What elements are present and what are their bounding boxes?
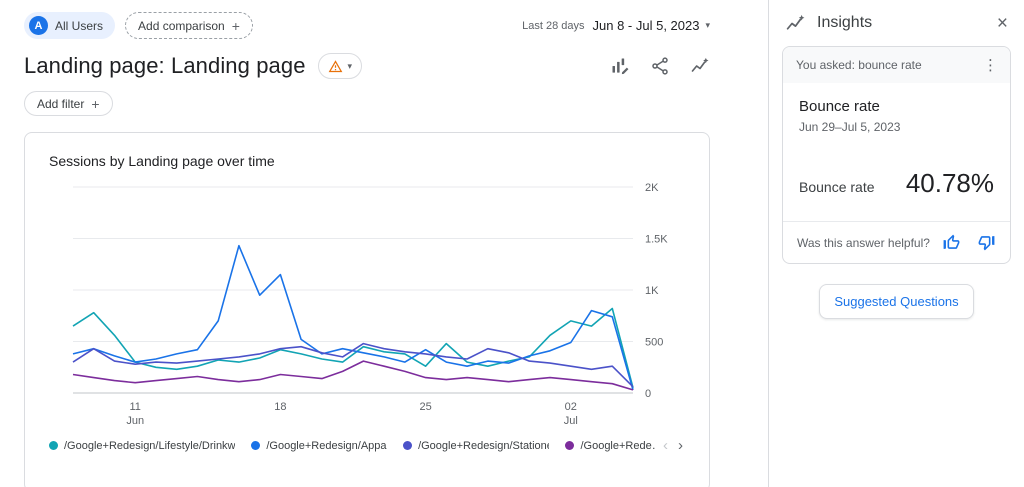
customize-report-icon[interactable]: [610, 56, 630, 76]
legend-dot: [49, 441, 58, 450]
main-content: A All Users Add comparison + Last 28 day…: [0, 0, 768, 487]
date-range-area: Last 28 days Jun 8 - Jul 5, 2023 ▾: [522, 18, 710, 33]
legend-dot: [403, 441, 412, 450]
svg-text:25: 25: [419, 401, 431, 413]
svg-text:1K: 1K: [645, 285, 659, 297]
legend-pagination: ‹ ›: [663, 437, 683, 454]
legend-label: /Google+Redesign/Apparel: [266, 440, 387, 452]
legend-dot: [565, 441, 574, 450]
page-title: Landing page: Landing page: [24, 53, 306, 79]
chevron-down-icon: ▾: [348, 61, 353, 72]
legend-item[interactable]: /Google+Redesign/Apparel: [251, 440, 387, 452]
add-filter-label: Add filter: [37, 97, 84, 111]
analytics-report-page: A All Users Add comparison + Last 28 day…: [0, 0, 1024, 487]
all-users-label: All Users: [55, 19, 103, 33]
chart-legend: /Google+Redesign/Lifestyle/Drinkware/Goo…: [49, 437, 685, 454]
svg-text:2K: 2K: [645, 182, 659, 194]
all-users-chip[interactable]: A All Users: [24, 12, 115, 39]
add-filter-chip[interactable]: Add filter +: [24, 91, 113, 116]
svg-text:11: 11: [130, 401, 141, 413]
legend-dot: [251, 441, 260, 450]
svg-text:02: 02: [565, 401, 577, 413]
thumb-up-icon[interactable]: [942, 233, 961, 252]
svg-text:0: 0: [645, 388, 651, 400]
svg-text:1.5K: 1.5K: [645, 234, 668, 246]
report-actions: [610, 56, 710, 76]
chart-card: Sessions by Landing page over time 0 500 1…: [24, 132, 710, 487]
chart-title: Sessions by Landing page over time: [49, 153, 685, 169]
legend-next-icon[interactable]: ›: [678, 437, 683, 454]
legend-items: /Google+Redesign/Lifestyle/Drinkware/Goo…: [49, 440, 655, 452]
legend-label: /Google+Rede…: [580, 440, 655, 452]
metric-value: 40.78%: [906, 168, 994, 199]
share-icon[interactable]: [650, 56, 670, 76]
feedback-prompt: Was this answer helpful?: [797, 236, 930, 250]
data-quality-chip[interactable]: ▾: [318, 53, 363, 79]
insights-spark-icon: [785, 13, 806, 34]
feedback-buttons: [942, 233, 996, 252]
suggested-questions-button[interactable]: Suggested Questions: [819, 284, 973, 319]
svg-text:Jul: Jul: [564, 415, 578, 427]
insight-card-body: Bounce rate Jun 29–Jul 5, 2023 Bounce ra…: [783, 83, 1010, 221]
insight-date-range: Jun 29–Jul 5, 2023: [799, 120, 994, 134]
close-icon[interactable]: ×: [997, 14, 1008, 33]
warning-icon: [328, 59, 343, 74]
svg-text:Jun: Jun: [126, 415, 144, 427]
svg-text:18: 18: [274, 401, 286, 413]
plus-icon: +: [91, 97, 99, 111]
legend-item[interactable]: /Google+Redesign/Stationery: [403, 440, 549, 452]
legend-prev-icon[interactable]: ‹: [663, 437, 668, 454]
insight-metric-title: Bounce rate: [799, 98, 994, 115]
report-title-row: Landing page: Landing page ▾: [0, 43, 768, 79]
metric-label: Bounce rate: [799, 179, 875, 195]
insight-card-header: You asked: bounce rate ⋮: [783, 47, 1010, 83]
date-range-value: Jun 8 - Jul 5, 2023: [593, 18, 700, 33]
thumb-down-icon[interactable]: [977, 233, 996, 252]
date-range-selector[interactable]: Jun 8 - Jul 5, 2023 ▾: [593, 18, 711, 33]
insight-question-label: You asked: bounce rate: [796, 58, 922, 72]
legend-item[interactable]: /Google+Rede…: [565, 440, 655, 452]
insights-spark-icon[interactable]: [690, 56, 710, 76]
add-comparison-label: Add comparison: [138, 19, 225, 33]
add-comparison-chip[interactable]: Add comparison +: [125, 12, 253, 39]
avatar: A: [29, 16, 48, 35]
topbar: A All Users Add comparison + Last 28 day…: [0, 0, 768, 43]
legend-label: /Google+Redesign/Stationery: [418, 440, 549, 452]
insight-card-footer: Was this answer helpful?: [783, 221, 1010, 263]
legend-label: /Google+Redesign/Lifestyle/Drinkware: [64, 440, 235, 452]
svg-text:500: 500: [645, 337, 663, 349]
legend-item[interactable]: /Google+Redesign/Lifestyle/Drinkware: [49, 440, 235, 452]
more-menu-icon[interactable]: ⋮: [977, 56, 1004, 74]
sessions-line-chart[interactable]: 0 500 1K 1.5K 2K 11 Jun 18 25 02 Jul: [49, 171, 685, 435]
date-range-preset-label: Last 28 days: [522, 20, 584, 32]
metric-row: Bounce rate 40.78%: [799, 168, 994, 199]
insights-header: Insights ×: [782, 0, 1011, 46]
insights-panel: Insights × You asked: bounce rate ⋮ Boun…: [768, 0, 1024, 487]
chevron-down-icon: ▾: [705, 20, 710, 31]
insights-title: Insights: [817, 14, 872, 32]
filter-row: Add filter +: [0, 79, 768, 116]
insight-card: You asked: bounce rate ⋮ Bounce rate Jun…: [782, 46, 1011, 264]
plus-icon: +: [232, 19, 240, 33]
